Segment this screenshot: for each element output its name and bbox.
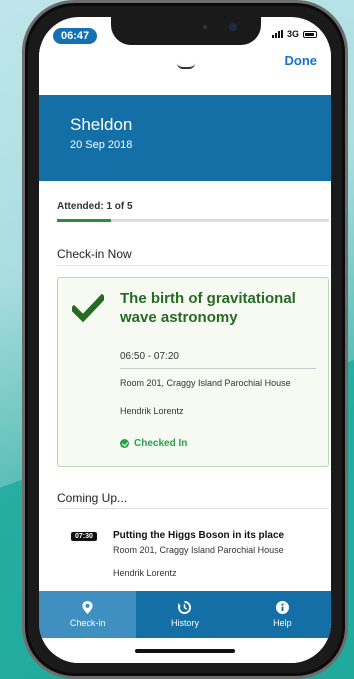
tab-label: Check-in	[69, 618, 106, 628]
divider	[57, 508, 329, 509]
battery-icon	[303, 30, 317, 38]
check-circle-icon	[120, 439, 129, 448]
tab-history[interactable]: History	[136, 591, 233, 638]
phone-screen: 06:47 3G Done Sheldon 20 Sep 2018 Attend…	[39, 17, 331, 663]
session-time: 06:50 - 07:20	[120, 351, 179, 362]
checkmark-icon	[72, 294, 104, 322]
attended-count: Attended: 1 of 5	[57, 201, 133, 212]
home-indicator[interactable]	[135, 649, 235, 653]
done-button[interactable]: Done	[285, 53, 318, 68]
list-item[interactable]: 07:30 Putting the Higgs Boson in its pla…	[61, 526, 329, 591]
session-room: Room 201, Craggy Island Parochial House	[113, 545, 284, 555]
current-session-card[interactable]: The birth of gravitational wave astronom…	[57, 277, 329, 467]
coming-up-title: Coming Up...	[57, 491, 128, 505]
tab-bar: Check-in History Help	[39, 591, 331, 638]
event-date: 20 Sep 2018	[70, 139, 133, 151]
session-title: The birth of gravitational wave astronom…	[120, 290, 296, 326]
attendance-progress	[57, 219, 329, 222]
checkin-now-title: Check-in Now	[57, 247, 132, 261]
history-icon	[178, 601, 192, 614]
status-bar: 06:47 3G	[39, 17, 331, 47]
network-type: 3G	[286, 29, 299, 39]
tab-label: Help	[273, 618, 292, 628]
session-title: Putting the Higgs Boson in its place	[113, 530, 285, 541]
location-pin-icon	[82, 601, 93, 614]
main-content[interactable]: Attended: 1 of 5 Check-in Now The birth …	[39, 181, 331, 591]
tab-check-in[interactable]: Check-in	[39, 591, 137, 638]
attendee-header: Sheldon 20 Sep 2018	[39, 95, 331, 181]
phone-frame: 06:47 3G Done Sheldon 20 Sep 2018 Attend…	[22, 0, 348, 679]
tab-label: History	[170, 618, 199, 628]
attendee-name: Sheldon	[70, 115, 133, 134]
info-icon	[275, 601, 289, 614]
session-time-badge: 07:30	[71, 532, 97, 541]
signal-icon	[271, 30, 283, 38]
tab-help[interactable]: Help	[234, 591, 331, 638]
divider	[57, 265, 329, 266]
session-speaker: Hendrik Lorentz	[113, 568, 177, 578]
checked-in-label: Checked In	[134, 438, 188, 449]
status-indicators: 3G	[271, 29, 317, 39]
checked-in-status: Checked In	[120, 438, 187, 449]
card-divider	[120, 368, 316, 369]
attendance-progress-fill	[57, 219, 112, 222]
status-time: 06:47	[53, 28, 98, 44]
session-speaker: Hendrik Lorentz	[120, 406, 184, 416]
session-room: Room 201, Craggy Island Parochial House	[120, 378, 291, 388]
